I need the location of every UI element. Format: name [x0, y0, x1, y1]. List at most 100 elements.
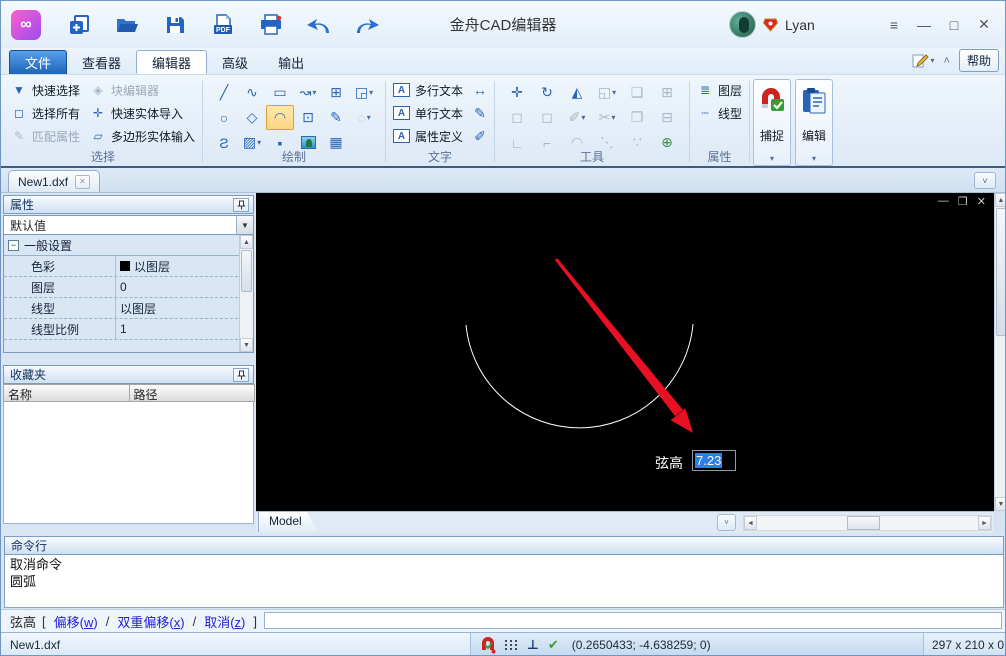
maximize-button[interactable]: □ [939, 10, 969, 40]
tab-close-icon[interactable]: ✕ [75, 174, 91, 189]
dropdown-arrow-icon[interactable]: ▼ [236, 216, 253, 234]
revision-cloud-tool[interactable]: ⊡ [294, 105, 322, 130]
model-tab[interactable]: Model [258, 512, 318, 532]
select-all-button[interactable]: ◻ 选择所有 [11, 103, 80, 123]
property-row-color[interactable]: 色彩 以图层 [4, 256, 253, 277]
scrollbar-thumb[interactable] [847, 516, 880, 530]
favorites-list[interactable] [3, 402, 254, 524]
minimize-button[interactable]: — [909, 10, 939, 40]
draft-check-icon[interactable]: ✔ [548, 637, 559, 653]
drawing-canvas[interactable]: — ❐ ✕ 弦高 7.23 [256, 193, 994, 511]
canvas-minimize-icon[interactable]: — [938, 195, 949, 208]
annotate-icon[interactable]: ▾ [911, 53, 935, 69]
dimension-tool[interactable]: ↔ [473, 80, 487, 100]
tab-editor[interactable]: 编辑器 [136, 50, 208, 74]
quick-select-button[interactable]: ▼ 快速选择 [11, 80, 80, 100]
command-history[interactable]: 取消命令 圆弧 [4, 555, 1004, 608]
scrollbar-thumb[interactable] [241, 250, 252, 292]
canvas-vscrollbar[interactable]: ▲ ▼ [994, 193, 1005, 511]
rotate-tool[interactable]: ↻ [532, 80, 562, 105]
scroll-down-icon[interactable]: ▼ [240, 338, 253, 352]
break-tool[interactable]: ✂ ▾ [592, 105, 622, 130]
copy-tool[interactable]: ❏ [622, 80, 652, 105]
sketch-tool[interactable]: ∿ [238, 80, 266, 105]
command-input[interactable] [264, 612, 1002, 629]
snap-dropdown-icon[interactable]: ▾ [770, 154, 774, 163]
property-row-layer[interactable]: 图层 0 [4, 277, 253, 298]
open-file-button[interactable] [113, 11, 141, 39]
tab-overflow-button[interactable]: ˅ [974, 172, 996, 189]
property-row-linetype[interactable]: 线型 以图层 [4, 298, 253, 319]
print-button[interactable] [257, 11, 285, 39]
snap-magnet-icon[interactable] [480, 636, 496, 654]
attribute-define-button[interactable]: A 属性定义 [393, 126, 463, 146]
document-tab[interactable]: New1.dxf ✕ [8, 170, 101, 192]
collapse-ribbon-icon[interactable]: ˄ [944, 55, 950, 67]
column-header-name[interactable]: 名称 [3, 384, 130, 402]
copy-properties-tool[interactable]: ❐ [622, 105, 652, 130]
extend-tool[interactable]: ◻ [532, 105, 562, 130]
text-style-tool[interactable]: ✎ [473, 103, 487, 123]
scroll-up-icon[interactable]: ▲ [995, 193, 1005, 207]
single-text-button[interactable]: A 单行文本 [393, 103, 463, 123]
layout-expand-button[interactable]: ˅ [717, 514, 736, 531]
gradient-tool[interactable]: ◌ ▾ [350, 105, 378, 130]
user-account[interactable]: Lyan [729, 1, 815, 48]
scroll-up-icon[interactable]: ▲ [240, 235, 253, 249]
edit-text-tool[interactable]: ✐ [473, 126, 487, 146]
tab-advanced[interactable]: 高级 [207, 50, 263, 74]
ellipse-tool[interactable]: ◇ [238, 105, 266, 130]
layers-button[interactable]: ≣ 图层 [697, 80, 742, 100]
scroll-right-icon[interactable]: ► [978, 516, 991, 530]
tab-output[interactable]: 输出 [263, 50, 319, 74]
linetype-button[interactable]: ┄ 线型 [697, 103, 742, 123]
property-row-linetype-scale[interactable]: 线型比例 1 [4, 319, 253, 340]
chord-height-input[interactable]: 7.23 [692, 450, 736, 471]
scroll-left-icon[interactable]: ◄ [744, 516, 757, 530]
stretch-tool[interactable]: ✐ ▾ [562, 105, 592, 130]
mirror-tool[interactable]: ◭ [562, 80, 592, 105]
pin-icon[interactable] [233, 367, 249, 382]
canvas-close-icon[interactable]: ✕ [977, 195, 986, 208]
canvas-restore-icon[interactable]: ❐ [958, 195, 968, 208]
insert-block-tool[interactable]: ⊞ [322, 80, 350, 105]
snap-button[interactable]: 捕捉 ▾ [753, 79, 792, 166]
export-pdf-button[interactable]: PDF [209, 11, 237, 39]
collapse-icon[interactable]: − [8, 239, 19, 251]
option-double-offset[interactable]: 双重偏移(x) [117, 612, 184, 631]
new-file-button[interactable] [65, 11, 93, 39]
mtext-button[interactable]: A 多行文本 [393, 80, 463, 100]
edit-button[interactable]: 编辑 ▾ [795, 79, 834, 166]
boundary-tool[interactable]: ◲ ▾ [350, 80, 378, 105]
trim-tool[interactable]: ◻ [502, 105, 532, 130]
properties-scrollbar[interactable]: ▲ ▼ [239, 235, 253, 352]
polyline-tool[interactable]: ↝ ▾ [294, 80, 322, 105]
save-button[interactable] [161, 11, 189, 39]
arc-tool[interactable]: ◠ [266, 105, 295, 130]
move-tool[interactable]: ✛ [502, 80, 532, 105]
app-menu-button[interactable]: ≡ [879, 10, 909, 40]
block-editor-button[interactable]: ◈ 块编辑器 [90, 80, 195, 100]
help-button[interactable]: 帮助 [958, 49, 999, 72]
edit-dropdown-icon[interactable]: ▾ [812, 154, 816, 163]
align-tool[interactable]: ⊞ [652, 80, 682, 105]
canvas-hscrollbar[interactable]: ◄ ► [743, 515, 992, 531]
ortho-icon[interactable]: ⊥ [527, 637, 539, 653]
rectangle-tool[interactable]: ▭ [266, 80, 294, 105]
close-button[interactable]: ✕ [969, 10, 999, 40]
preset-dropdown[interactable]: 默认值 ▼ [3, 215, 254, 235]
scrollbar-thumb[interactable] [996, 208, 1005, 336]
match-properties-button[interactable]: ✎ 匹配属性 [11, 126, 80, 146]
tab-viewer[interactable]: 查看器 [67, 50, 136, 74]
option-cancel[interactable]: 取消(z) [204, 612, 245, 631]
quick-entity-import-button[interactable]: ✛ 快速实体导入 [90, 103, 195, 123]
pin-icon[interactable] [233, 197, 249, 212]
properties-group-row[interactable]: − 一般设置 [4, 235, 253, 256]
scroll-down-icon[interactable]: ▼ [995, 497, 1005, 511]
scale-tool[interactable]: ◱ ▾ [592, 80, 622, 105]
tab-file[interactable]: 文件 [9, 50, 68, 74]
column-header-path[interactable]: 路径 [128, 384, 255, 402]
redo-button[interactable] [353, 11, 381, 39]
polygon-entity-input-button[interactable]: ▱ 多边形实体输入 [90, 126, 195, 146]
divide-tool[interactable]: ✎ [322, 105, 350, 130]
